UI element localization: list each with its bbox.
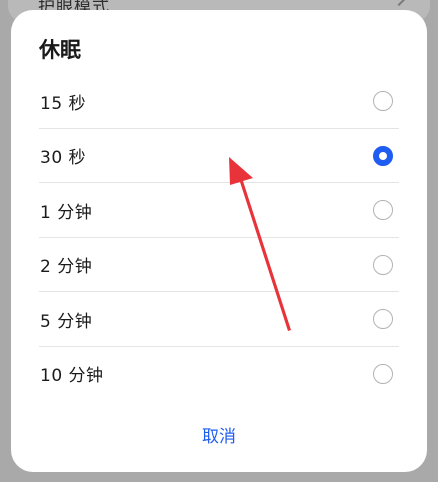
option-5min[interactable]: 5 分钟	[11, 292, 427, 347]
option-label: 1 分钟	[40, 202, 93, 223]
radio-button[interactable]	[373, 91, 393, 112]
option-label: 10 分钟	[40, 366, 104, 387]
option-2min[interactable]: 2 分钟	[11, 238, 427, 292]
option-1min[interactable]: 1 分钟	[11, 183, 427, 238]
watermark-logo-text: Bai	[324, 430, 356, 450]
radio-button[interactable]	[373, 363, 393, 384]
option-label: 2 分钟	[40, 257, 93, 278]
radio-button[interactable]	[373, 254, 393, 275]
option-10min[interactable]: 10 分钟	[11, 347, 427, 402]
dialog-title: 休眠	[39, 38, 81, 62]
option-15s[interactable]: 15 秒	[11, 74, 427, 129]
baidu-jingyan-watermark: Bai 经验 jingyan.baidu.com	[318, 426, 428, 466]
option-30s[interactable]: 30 秒	[11, 129, 427, 183]
radio-button[interactable]	[373, 145, 393, 166]
sleep-dialog: 休眠 15 秒 30 秒 1 分钟 2 分钟 5 分钟 10 分钟 取消	[11, 10, 427, 472]
option-label: 30 秒	[40, 148, 87, 169]
paw-icon	[364, 429, 380, 446]
watermark-url: jingyan.baidu.com	[326, 451, 415, 461]
option-list: 15 秒 30 秒 1 分钟 2 分钟 5 分钟 10 分钟	[11, 74, 427, 401]
radio-button[interactable]	[373, 200, 393, 221]
option-label: 15 秒	[40, 93, 87, 114]
cancel-button[interactable]: 取消	[169, 418, 269, 451]
watermark-suffix: 经验	[384, 434, 412, 450]
radio-button[interactable]	[373, 309, 393, 330]
option-label: 5 分钟	[40, 311, 93, 332]
